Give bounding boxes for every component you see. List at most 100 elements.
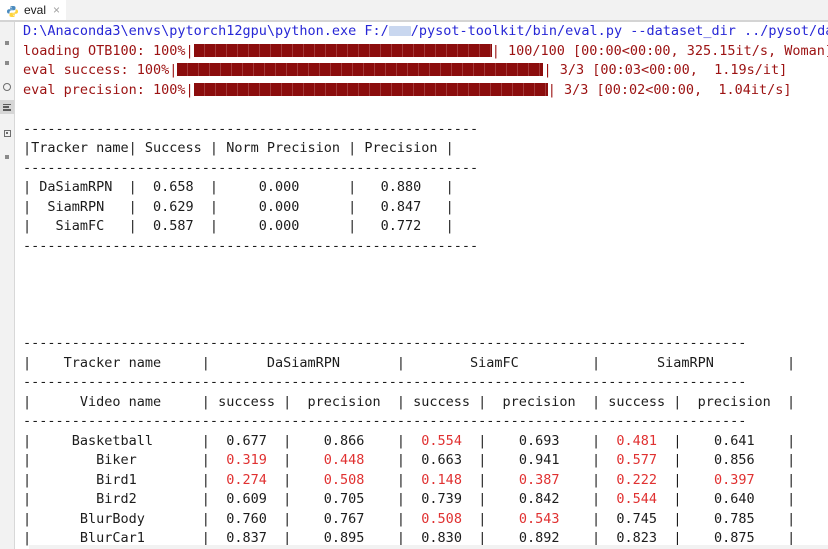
detail-table-body: | Basketball | 0.677 | 0.866 | 0.554 | 0… — [23, 432, 828, 549]
progress-bar — [177, 63, 544, 76]
metric-cell: 0.641 — [681, 432, 788, 449]
summary-table-rule-mid: ----------------------------------------… — [23, 159, 479, 176]
metric-cell: 0.892 — [486, 530, 593, 546]
rerun-button[interactable] — [0, 36, 14, 50]
scroll-to-end-button[interactable] — [0, 126, 14, 140]
detail-table-rule-mid2: ----------------------------------------… — [23, 413, 747, 429]
cell-divider: | — [592, 471, 601, 488]
cell-divider: | — [592, 452, 601, 468]
detail-table-row: | Bird1 | 0.274 | 0.508 | 0.148 | 0.387 … — [23, 471, 828, 491]
metric-cell: 0.481 — [600, 432, 674, 449]
metric-cell: 0.837 — [209, 530, 284, 546]
detail-table-row: | Biker | 0.319 | 0.448 | 0.663 | 0.941 … — [23, 451, 828, 471]
progress-label: eval success: 100%| — [23, 62, 178, 78]
tab-label: eval — [24, 2, 47, 17]
metric-cell: 0.544 — [600, 491, 674, 507]
cell-divider: | — [396, 471, 406, 488]
progress-label: loading OTB100: 100%| — [23, 42, 194, 59]
metric-cell: 0.745 — [600, 510, 674, 527]
metric-cell: 0.577 — [600, 452, 674, 468]
metric-cell: 0.875 — [681, 530, 788, 546]
metric-cell: 0.842 — [486, 491, 593, 507]
detail-table-row: | BlurBody | 0.760 | 0.767 | 0.508 | 0.5… — [23, 510, 828, 530]
metric-cell: 0.554 — [405, 432, 479, 449]
summary-table-row: | SiamRPN | 0.629 | 0.000 | 0.847 | — [23, 198, 454, 215]
video-name-cell: | Biker | — [23, 452, 210, 468]
progress-bar — [193, 82, 548, 96]
settings-button[interactable] — [0, 150, 14, 164]
print-button[interactable] — [0, 80, 14, 94]
summary-table-rule-bottom: ----------------------------------------… — [23, 237, 479, 254]
run-toolbar — [0, 22, 15, 549]
summary-table-row: | DaSiamRPN | 0.658 | 0.000 | 0.880 | — [23, 179, 454, 195]
horizontal-scrollbar[interactable] — [29, 545, 828, 549]
command-prefix: D:\Anaconda3\envs\pytorch12gpu\python.ex… — [23, 23, 389, 39]
summary-table-header: |Tracker name| Success | Norm Precision … — [23, 140, 454, 156]
cell-divider: | — [396, 452, 406, 468]
video-name-cell: | Bird2 | — [23, 491, 210, 507]
progress-stats: | 3/3 [00:03<00:00, 1.19s/it] — [543, 62, 788, 78]
metric-cell: 0.508 — [405, 510, 479, 527]
metric-cell: 0.739 — [405, 491, 479, 507]
progress-stats: | 100/100 [00:00<00:00, 325.15it/s, Woma… — [491, 42, 828, 59]
detail-table-metric-header: | Video name | success | precision | suc… — [23, 393, 796, 410]
cell-divider: | — [396, 432, 406, 449]
metric-cell: 0.448 — [291, 452, 397, 468]
tab-eval[interactable]: eval × — [0, 0, 67, 22]
cell-divider: | — [592, 510, 601, 527]
detail-table-row: | Bird2 | 0.609 | 0.705 | 0.739 | 0.842 … — [23, 490, 828, 510]
metric-cell: 0.387 — [486, 471, 593, 488]
metric-cell: 0.830 — [405, 530, 479, 546]
metric-cell: 0.785 — [681, 510, 788, 527]
metric-cell: 0.148 — [405, 471, 479, 488]
cell-divider: | — [283, 471, 292, 488]
metric-cell: 0.856 — [681, 452, 788, 468]
metric-cell: 0.767 — [291, 510, 397, 527]
metric-cell: 0.693 — [486, 432, 593, 449]
cell-divider: | — [787, 432, 796, 449]
detail-table-tracker-header: | Tracker name | DaSiamRPN | SiamFC | Si… — [23, 354, 796, 371]
stop-icon — [5, 61, 9, 65]
print-icon — [3, 83, 11, 91]
console-command-line: D:\Anaconda3\envs\pytorch12gpu\python.ex… — [23, 22, 828, 42]
cell-divider: | — [283, 530, 292, 546]
run-window: D:\Anaconda3\envs\pytorch12gpu\python.ex… — [0, 22, 828, 549]
python-file-icon — [6, 3, 19, 18]
metric-cell: 0.895 — [291, 530, 397, 546]
redacted-path-block — [388, 26, 411, 36]
stop-button[interactable] — [0, 56, 14, 70]
progress-stats: | 3/3 [00:02<00:00, 1.04it/s] — [547, 81, 792, 98]
metric-cell: 0.705 — [291, 491, 397, 507]
metric-cell: 0.543 — [486, 510, 593, 527]
progress-line-eval-precision: eval precision: 100%| | 3/3 [00:02<00:00,… — [23, 81, 828, 101]
cell-divider: | — [787, 510, 796, 527]
progress-bar — [193, 43, 492, 57]
detail-table-row: | Basketball | 0.677 | 0.866 | 0.554 | 0… — [23, 432, 828, 452]
metric-cell: 0.609 — [209, 491, 284, 507]
summary-table-rule-top: ----------------------------------------… — [23, 120, 479, 137]
soft-wrap-button[interactable] — [0, 100, 14, 114]
console-output[interactable]: D:\Anaconda3\envs\pytorch12gpu\python.ex… — [15, 22, 828, 549]
command-suffix: /pysot-toolkit/bin/eval.py --dataset_dir… — [410, 23, 828, 39]
close-icon[interactable]: × — [51, 4, 60, 16]
rerun-icon — [5, 41, 9, 45]
cell-divider: | — [787, 452, 796, 468]
video-name-cell: | Basketball | — [23, 432, 210, 449]
cell-divider: | — [396, 510, 406, 527]
cell-divider: | — [283, 491, 292, 507]
cell-divider: | — [787, 491, 796, 507]
metric-cell: 0.677 — [209, 432, 284, 449]
cell-divider: | — [283, 432, 292, 449]
metric-cell: 0.274 — [209, 471, 284, 488]
metric-cell: 0.941 — [486, 452, 593, 468]
cell-divider: | — [592, 530, 601, 546]
metric-cell: 0.760 — [209, 510, 284, 527]
metric-cell: 0.397 — [681, 471, 788, 488]
cell-divider: | — [396, 530, 406, 546]
soft-wrap-icon — [3, 103, 11, 111]
metric-cell: 0.640 — [681, 491, 788, 507]
